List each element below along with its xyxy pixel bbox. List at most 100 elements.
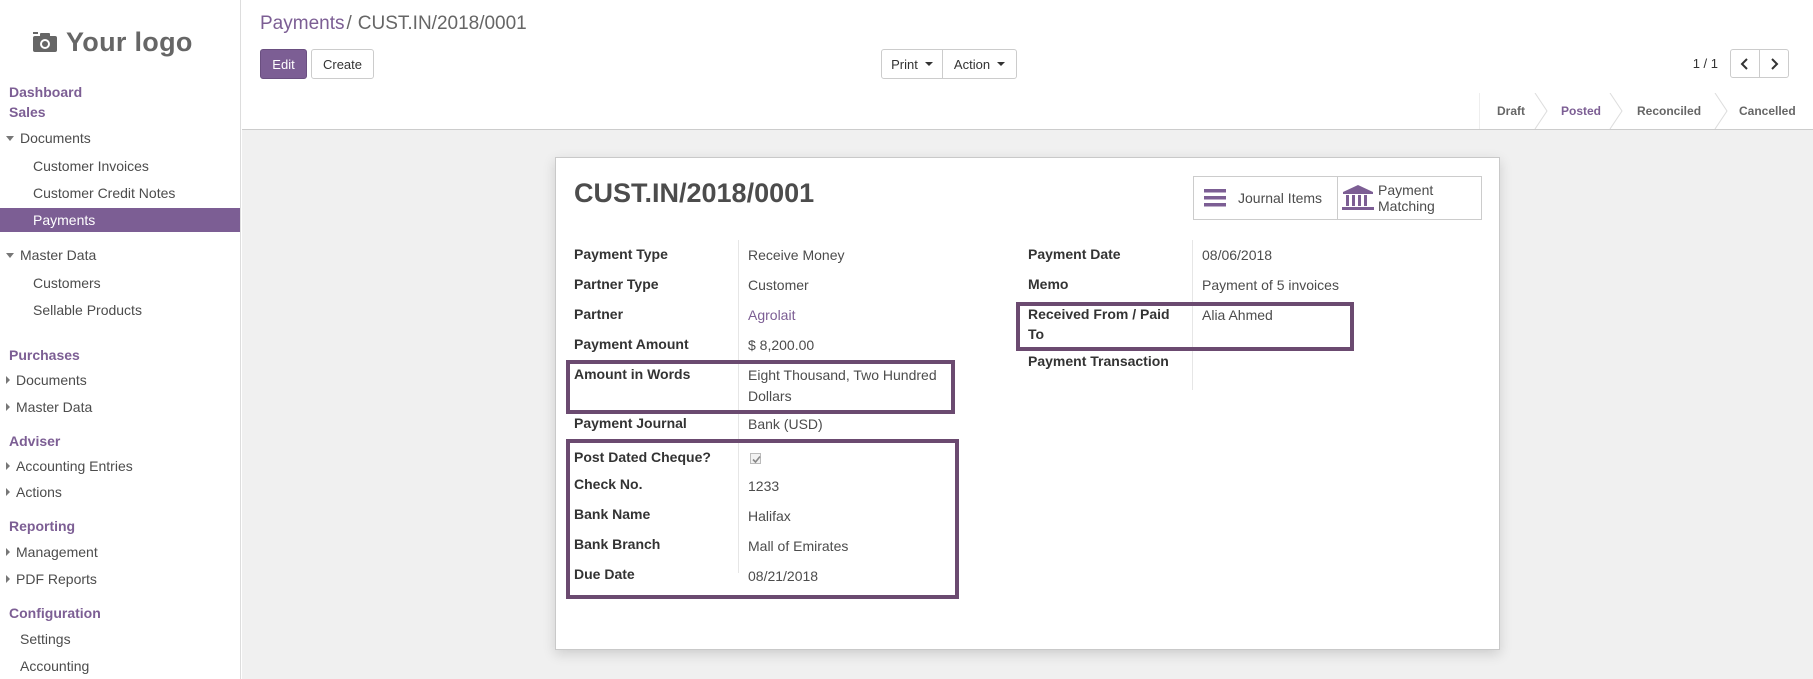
payment-journal-value: Bank (USD) xyxy=(748,416,823,432)
stage-divider xyxy=(1479,93,1480,129)
chevron-left-icon xyxy=(1740,57,1748,70)
nav-reporting[interactable]: Reporting xyxy=(9,518,75,534)
chevron-right-icon xyxy=(6,462,10,470)
caret-down-icon xyxy=(997,62,1006,66)
nav-management[interactable]: Management xyxy=(6,544,98,560)
received-from-label-line1: Received From / Paid xyxy=(1028,306,1170,322)
print-label: Print xyxy=(891,56,918,72)
nav-purchases-master-data[interactable]: Master Data xyxy=(6,399,92,415)
check-no-value: 1233 xyxy=(748,478,780,494)
partner-label: Partner xyxy=(574,306,624,322)
breadcrumb: Payments / CUST.IN/2018/0001 xyxy=(260,13,527,35)
nav-purchases-documents[interactable]: Documents xyxy=(6,372,87,388)
edit-button[interactable]: Edit xyxy=(260,49,307,79)
received-from-label-line2: To xyxy=(1028,326,1045,342)
nav-label: Master Data xyxy=(16,399,93,415)
nav-accounting[interactable]: Accounting xyxy=(20,658,89,674)
nav-master-data[interactable]: Master Data xyxy=(6,247,96,263)
bank-name-label: Bank Name xyxy=(574,506,651,522)
nav-adviser[interactable]: Adviser xyxy=(9,433,60,449)
partner-type-label: Partner Type xyxy=(574,276,659,292)
pager-previous-button[interactable] xyxy=(1730,49,1760,78)
control-panel: Payments / CUST.IN/2018/0001 Edit Create P… xyxy=(242,0,1813,94)
bank-icon xyxy=(1342,185,1374,210)
sidebar: Your logo Dashboard Sales Documents Cust… xyxy=(0,0,241,679)
nav-sales[interactable]: Sales xyxy=(9,104,46,120)
amount-in-words-value-line2: Dollars xyxy=(748,388,792,404)
breadcrumb-payments-link[interactable]: Payments xyxy=(260,13,344,34)
chevron-right-icon xyxy=(6,376,10,384)
chevron-right-icon xyxy=(6,548,10,556)
nav-actions[interactable]: Actions xyxy=(6,484,62,500)
payment-amount-value: $ 8,200.00 xyxy=(748,337,815,353)
payment-date-value: 08/06/2018 xyxy=(1202,247,1273,263)
payment-matching-label-line1: Payment xyxy=(1378,182,1434,198)
chevron-down-icon xyxy=(6,135,14,141)
nav-purchases[interactable]: Purchases xyxy=(9,347,80,363)
nav-pdf-reports[interactable]: PDF Reports xyxy=(6,571,97,587)
company-logo[interactable]: Your logo xyxy=(32,22,212,62)
payment-matching-label-line2: Matching xyxy=(1378,198,1435,214)
payment-type-label: Payment Type xyxy=(574,246,668,262)
logo-text: Your logo xyxy=(66,26,193,57)
journal-items-button[interactable]: Journal Items xyxy=(1193,176,1338,220)
nav-label: Accounting Entries xyxy=(16,458,133,474)
journal-items-label: Journal Items xyxy=(1238,190,1323,206)
nav-dashboard[interactable]: Dashboard xyxy=(9,84,82,100)
status-reconciled[interactable]: Reconciled xyxy=(1637,93,1701,129)
nav-label: Actions xyxy=(16,484,62,500)
caret-down-icon xyxy=(924,62,933,66)
nav-accounting-entries[interactable]: Accounting Entries xyxy=(6,458,133,474)
action-dropdown[interactable]: Action xyxy=(942,49,1017,79)
pager-next-button[interactable] xyxy=(1759,49,1789,78)
payment-transaction-label: Payment Transaction xyxy=(1028,353,1169,369)
status-cancelled[interactable]: Cancelled xyxy=(1739,93,1796,129)
nav-payments[interactable]: Payments xyxy=(0,208,240,232)
memo-value: Payment of 5 invoices xyxy=(1202,277,1339,293)
nav-label: Documents xyxy=(16,372,87,388)
chevron-down-icon xyxy=(6,252,14,258)
camera-icon xyxy=(33,32,57,52)
check-no-label: Check No. xyxy=(574,476,643,492)
status-draft[interactable]: Draft xyxy=(1497,93,1525,129)
breadcrumb-separator: / xyxy=(346,13,352,34)
payment-journal-label: Payment Journal xyxy=(574,415,687,431)
amount-in-words-label: Amount in Words xyxy=(574,366,691,382)
nav-label: Master Data xyxy=(20,247,97,263)
payment-amount-label: Payment Amount xyxy=(574,336,689,352)
status-posted[interactable]: Posted xyxy=(1561,93,1601,129)
checkmark-icon xyxy=(752,455,761,464)
nav-customer-credit-notes[interactable]: Customer Credit Notes xyxy=(33,185,175,201)
chevron-right-icon xyxy=(6,488,10,496)
nav-customers[interactable]: Customers xyxy=(33,275,101,291)
breadcrumb-current: CUST.IN/2018/0001 xyxy=(357,13,527,34)
form-sheet: CUST.IN/2018/0001 Journal Items Payment … xyxy=(555,157,1500,650)
status-bar: Draft Posted Reconciled Cancelled xyxy=(242,93,1813,130)
payment-matching-button[interactable]: Payment Matching xyxy=(1337,176,1482,220)
nav-customer-invoices[interactable]: Customer Invoices xyxy=(33,158,149,174)
due-date-label: Due Date xyxy=(574,566,635,582)
received-from-value: Alia Ahmed xyxy=(1202,307,1273,323)
nav-settings[interactable]: Settings xyxy=(20,631,71,647)
payment-date-label: Payment Date xyxy=(1028,246,1121,262)
bank-name-value: Halifax xyxy=(748,508,791,524)
stage-chevron xyxy=(1609,93,1623,129)
chevron-right-icon xyxy=(6,575,10,583)
pager-value[interactable]: 1 / 1 xyxy=(1693,56,1718,71)
post-dated-cheque-label: Post Dated Cheque? xyxy=(574,449,711,465)
bank-branch-label: Bank Branch xyxy=(574,536,661,552)
stage-chevron xyxy=(1534,93,1548,129)
partner-link[interactable]: Agrolait xyxy=(748,307,795,323)
record-title: CUST.IN/2018/0001 xyxy=(574,178,815,208)
print-dropdown[interactable]: Print xyxy=(881,49,943,79)
nav-sellable-products[interactable]: Sellable Products xyxy=(33,302,142,318)
due-date-value: 08/21/2018 xyxy=(748,568,819,584)
nav-sales-documents[interactable]: Documents xyxy=(6,130,91,146)
nav-configuration[interactable]: Configuration xyxy=(9,605,101,621)
action-label: Action xyxy=(953,56,991,72)
partner-type-value: Customer xyxy=(748,277,809,293)
create-button[interactable]: Create xyxy=(311,49,374,79)
chevron-right-icon xyxy=(6,403,10,411)
post-dated-cheque-checkbox[interactable] xyxy=(750,453,761,464)
payment-type-value: Receive Money xyxy=(748,247,845,263)
